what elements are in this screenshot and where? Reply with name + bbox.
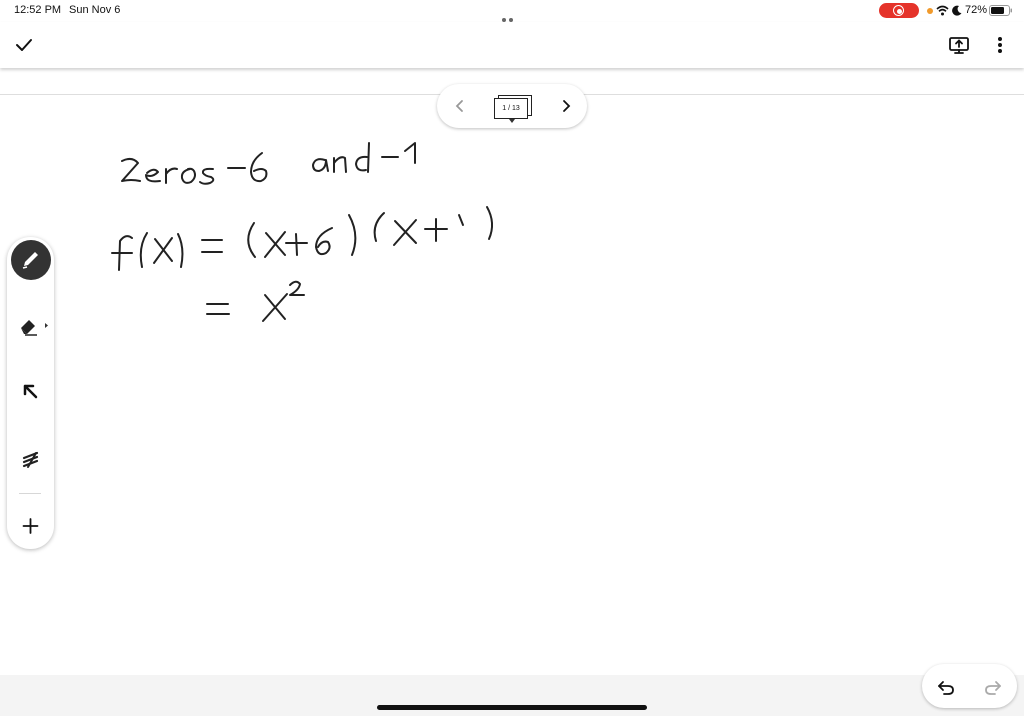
page-thumbnail-button[interactable]: 1 / 13 [494,95,532,123]
pen-tool-button[interactable] [10,239,51,280]
present-icon[interactable] [948,34,970,56]
home-indicator[interactable] [377,705,647,710]
plus-icon [22,518,39,534]
chevron-left-icon[interactable] [451,96,469,116]
select-tool-button[interactable] [10,371,51,412]
chevron-down-icon [509,119,515,123]
tool-palette [7,237,54,549]
page-navigator: 1 / 13 [437,84,587,128]
laser-tool-button[interactable] [10,438,51,479]
add-tool-button[interactable] [10,505,51,546]
drawing-canvas[interactable] [0,95,1024,675]
status-bar: 12:52 PM Sun Nov 6 72% [0,0,1024,40]
moon-icon [952,5,962,16]
chevron-right-icon[interactable] [557,96,575,116]
undo-icon[interactable] [935,675,957,697]
check-icon[interactable] [13,34,35,56]
battery-percentage: 72% [965,4,988,16]
undo-redo-controls [922,664,1017,708]
mic-indicator-icon [927,8,933,14]
palette-divider [19,493,41,494]
arrow-select-icon [23,384,38,399]
redo-icon[interactable] [982,675,1004,697]
top-toolbar [0,22,1024,68]
handwritten-notes [111,142,493,322]
status-date: Sun Nov 6 [69,4,121,16]
laser-pointer-icon [22,451,39,468]
eraser-tool-button[interactable] [10,306,51,347]
battery-icon [989,5,1012,16]
screen-recording-icon[interactable] [879,3,919,18]
pen-icon [22,252,38,269]
more-vertical-icon[interactable] [990,34,1010,56]
page-count-label: 1 / 13 [494,98,528,119]
multitasking-icon[interactable] [502,9,522,40]
eraser-icon [21,320,48,336]
status-time: 12:52 PM [14,4,62,16]
wifi-icon [936,5,949,16]
